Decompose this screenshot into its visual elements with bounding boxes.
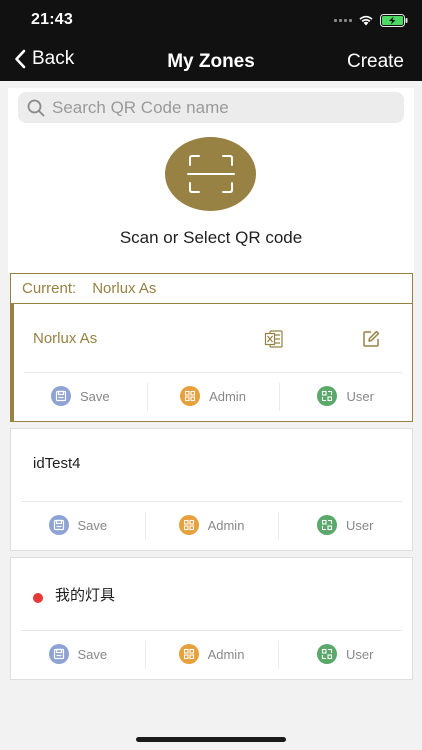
- save-label: Save: [80, 388, 110, 404]
- search-icon: [27, 99, 45, 116]
- qr-grid-icon: [178, 644, 199, 664]
- current-zone-name: Norlux As: [92, 280, 157, 297]
- scan-panel: Scan or Select QR code: [8, 88, 414, 273]
- my-zones-screen: 21:43 Back My Zones Create Search QR Cod…: [0, 0, 422, 750]
- admin-button[interactable]: Admin: [144, 631, 279, 677]
- user-button[interactable]: User: [279, 373, 412, 419]
- card-actions: Save Admin User: [14, 373, 412, 419]
- current-prefix: Current:: [22, 280, 77, 297]
- admin-label: Admin: [209, 388, 246, 404]
- user-label: User: [345, 517, 374, 533]
- zone-card[interactable]: idTest4 Save Admin User: [10, 428, 413, 551]
- save-button[interactable]: Save: [14, 373, 147, 419]
- zone-name: idTest4: [33, 455, 81, 472]
- admin-label: Admin: [207, 517, 245, 533]
- qr-user-icon: [317, 386, 338, 406]
- floppy-disk-icon: [48, 644, 69, 664]
- qr-grid-icon: [178, 515, 199, 535]
- scan-label: Scan or Select QR code: [119, 228, 303, 247]
- save-label: Save: [77, 646, 108, 662]
- top-bar: 21:43 Back My Zones Create: [0, 0, 422, 81]
- admin-label: Admin: [207, 646, 245, 662]
- excel-icon[interactable]: [263, 328, 285, 350]
- home-indicator[interactable]: [136, 737, 286, 742]
- edit-icon[interactable]: [360, 328, 382, 350]
- qr-user-icon: [316, 515, 337, 535]
- create-button[interactable]: Create: [347, 51, 404, 73]
- scan-qr-button[interactable]: [165, 137, 256, 211]
- card-actions: Save Admin User: [11, 502, 412, 548]
- qr-scan-icon: [186, 155, 235, 193]
- admin-button[interactable]: Admin: [144, 502, 279, 548]
- search-input[interactable]: [52, 97, 392, 118]
- save-button[interactable]: Save: [11, 502, 145, 548]
- zone-card[interactable]: 我的灯具 Save Admin User: [10, 557, 413, 680]
- admin-button[interactable]: Admin: [146, 373, 280, 419]
- zone-card[interactable]: Norlux As Save Admin User: [10, 304, 413, 422]
- save-label: Save: [77, 517, 108, 533]
- user-button[interactable]: User: [278, 502, 412, 548]
- card-actions: Save Admin User: [11, 631, 412, 677]
- user-label: User: [346, 388, 374, 404]
- save-button[interactable]: Save: [11, 631, 145, 677]
- search-bar: [18, 92, 404, 123]
- status-icons: [334, 13, 408, 27]
- zone-name: Norlux As: [33, 330, 98, 347]
- zone-name: 我的灯具: [55, 587, 116, 604]
- user-button[interactable]: User: [278, 631, 412, 677]
- battery-charging-icon: [380, 13, 408, 27]
- current-zone-header: Current: Norlux As: [10, 273, 413, 304]
- cellular-signal-icon: [334, 18, 352, 22]
- wifi-icon: [359, 15, 373, 26]
- qr-grid-icon: [180, 386, 201, 406]
- qr-user-icon: [316, 644, 337, 664]
- floppy-disk-icon: [51, 386, 72, 406]
- user-label: User: [345, 646, 374, 662]
- status-time: 21:43: [31, 11, 73, 28]
- status-dot: [33, 593, 43, 603]
- floppy-disk-icon: [48, 515, 69, 535]
